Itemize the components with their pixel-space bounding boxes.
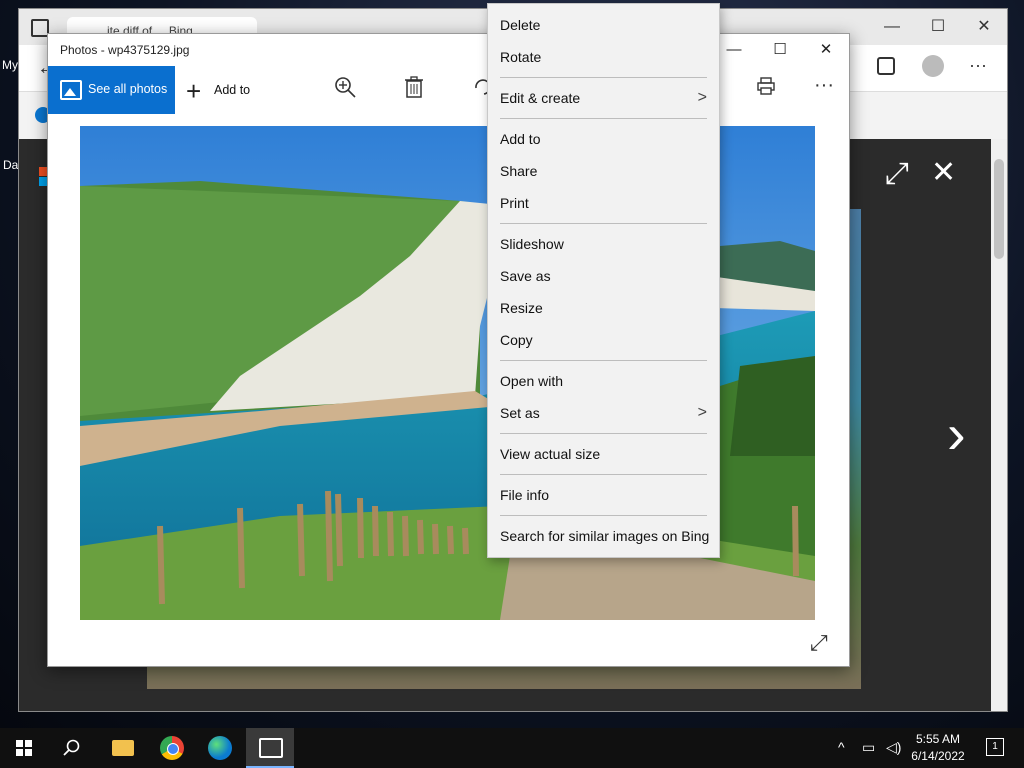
show-hidden-icons-icon[interactable]: ^ xyxy=(838,739,845,755)
photos-titlebar: Photos - wp4375129.jpg — ☐ ✕ xyxy=(48,34,849,66)
chevron-right-icon: > xyxy=(697,89,707,106)
menu-separator xyxy=(500,118,707,119)
menu-label: File info xyxy=(500,487,550,503)
menu-label: Rotate xyxy=(500,49,542,65)
see-all-photos-button[interactable]: See all photos xyxy=(48,66,175,114)
plus-icon: + xyxy=(186,76,202,106)
menu-separator xyxy=(500,360,707,361)
menu-label: Share xyxy=(500,163,538,179)
menu-label: Slideshow xyxy=(500,236,564,252)
desktop-icon-label[interactable]: Da xyxy=(3,158,18,172)
photos-toolbar: See all photos + Add to ··· xyxy=(48,66,849,114)
taskbar-chrome[interactable] xyxy=(148,728,196,768)
taskbar: ^ ▭ ◁) 5:55 AM 6/14/2022 1 xyxy=(0,728,1024,768)
menu-separator xyxy=(500,474,707,475)
add-to-label: Add to xyxy=(214,83,251,97)
menu-separator xyxy=(500,515,707,516)
menu-item-print[interactable]: Print xyxy=(488,187,719,219)
menu-item-delete[interactable]: Delete xyxy=(488,9,719,41)
folder-icon xyxy=(112,740,134,756)
window-title: Photos - wp4375129.jpg xyxy=(60,43,190,57)
search-icon xyxy=(63,739,80,756)
menu-label: Save as xyxy=(500,268,551,284)
menu-item-edit-create[interactable]: Edit & create > xyxy=(488,82,719,114)
more-options-icon[interactable]: ··· xyxy=(814,74,834,97)
delete-icon[interactable] xyxy=(404,76,424,104)
windows-logo-icon xyxy=(16,740,32,756)
browser-minimize-button[interactable]: — xyxy=(869,9,915,45)
menu-separator xyxy=(500,77,707,78)
menu-item-copy[interactable]: Copy xyxy=(488,324,719,356)
menu-label: Copy xyxy=(500,332,533,348)
resize-icon[interactable]: ⤢ xyxy=(810,630,828,656)
menu-label: Print xyxy=(500,195,529,211)
see-all-photos-label: See all photos xyxy=(88,82,168,96)
expand-icon[interactable]: ⤢ xyxy=(885,157,909,191)
notification-center-icon[interactable]: 1 xyxy=(986,738,1004,756)
network-icon[interactable]: ▭ xyxy=(862,739,875,756)
menu-label: Resize xyxy=(500,300,543,316)
scrollbar-thumb[interactable] xyxy=(994,159,1004,259)
menu-item-share[interactable]: Share xyxy=(488,155,719,187)
search-button[interactable] xyxy=(48,728,96,768)
browser-close-button[interactable]: ✕ xyxy=(961,9,1007,45)
menu-item-add-to[interactable]: Add to xyxy=(488,123,719,155)
menu-item-save-as[interactable]: Save as xyxy=(488,260,719,292)
menu-label: Add to xyxy=(500,131,541,147)
close-button[interactable]: ✕ xyxy=(803,34,849,66)
profile-avatar[interactable] xyxy=(922,55,944,77)
taskbar-edge[interactable] xyxy=(196,728,244,768)
clock-date[interactable]: 6/14/2022 xyxy=(908,749,968,763)
volume-icon[interactable]: ◁) xyxy=(886,739,901,756)
menu-label: Open with xyxy=(500,373,564,389)
menu-label: Search for similar images on Bing xyxy=(500,528,710,544)
menu-item-open-with[interactable]: Open with xyxy=(488,365,719,397)
zoom-icon[interactable] xyxy=(334,76,356,104)
menu-label: Edit & create xyxy=(500,90,581,106)
clock-time[interactable]: 5:55 AM xyxy=(908,732,968,746)
maximize-button[interactable]: ☐ xyxy=(757,34,803,66)
browser-maximize-button[interactable]: ☐ xyxy=(915,9,961,45)
menu-item-view-actual-size[interactable]: View actual size xyxy=(488,438,719,470)
taskbar-photos[interactable] xyxy=(246,728,294,768)
photos-icon xyxy=(259,738,283,758)
menu-separator xyxy=(500,433,707,434)
menu-label: View actual size xyxy=(500,446,601,462)
chevron-right-icon: > xyxy=(697,404,707,421)
collections-icon[interactable] xyxy=(877,57,895,75)
next-image-icon[interactable]: › xyxy=(947,401,966,466)
menu-item-resize[interactable]: Resize xyxy=(488,292,719,324)
desktop-icon-label[interactable]: My xyxy=(2,58,18,72)
menu-item-search-bing[interactable]: Search for similar images on Bing xyxy=(488,520,719,552)
context-menu: Delete Rotate Edit & create > Add to Shar… xyxy=(487,3,720,558)
photos-gallery-icon xyxy=(60,80,82,100)
photos-window: Photos - wp4375129.jpg — ☐ ✕ See all pho… xyxy=(47,33,850,667)
menu-label: Delete xyxy=(500,17,541,33)
taskbar-file-explorer[interactable] xyxy=(98,728,146,768)
menu-item-rotate[interactable]: Rotate xyxy=(488,41,719,73)
chrome-icon xyxy=(160,736,184,760)
viewer-close-icon[interactable]: ✕ xyxy=(931,155,956,190)
menu-item-slideshow[interactable]: Slideshow xyxy=(488,228,719,260)
add-to-button[interactable]: + Add to xyxy=(186,66,266,114)
menu-item-set-as[interactable]: Set as > xyxy=(488,397,719,429)
menu-item-file-info[interactable]: File info xyxy=(488,479,719,511)
menu-separator xyxy=(500,223,707,224)
print-icon[interactable] xyxy=(756,76,776,102)
browser-more-icon[interactable]: ··· xyxy=(969,55,987,76)
start-button[interactable] xyxy=(0,728,48,768)
menu-label: Set as xyxy=(500,405,540,421)
edge-icon xyxy=(208,736,232,760)
